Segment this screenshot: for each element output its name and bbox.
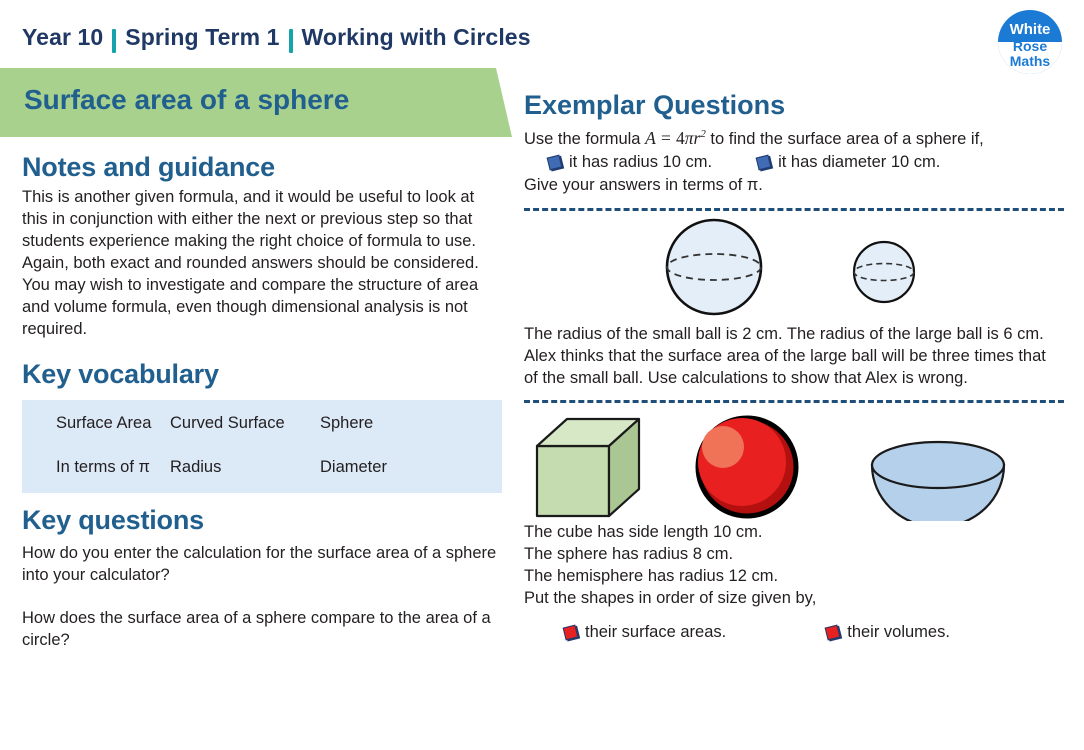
blue-square-bullet-icon [546, 155, 563, 171]
key-question: How does the surface area of a sphere co… [22, 609, 491, 650]
key-questions-heading: Key questions [22, 504, 204, 535]
question-1-intro-after: to find the surface area of a sphere if, [705, 130, 984, 148]
vocabulary-cell: Radius [170, 457, 222, 476]
key-questions-list: How do you enter the calculation for the… [22, 542, 502, 652]
red-square-bullet-icon [824, 624, 841, 641]
logo-line-white: White [1009, 21, 1051, 38]
question-1-outro: Give your answers in terms of π. [524, 176, 763, 195]
question-3-bullets: their surface areas. their volumes. [524, 623, 1064, 642]
vocabulary-cell: Sphere [320, 413, 374, 432]
question-3-bullet-b: their volumes. [824, 623, 950, 642]
question-3-line-3: The hemisphere has radius 12 cm. [524, 567, 779, 586]
exemplar-questions-heading: Exemplar Questions [524, 90, 786, 120]
vocabulary-cell: Diameter [320, 457, 387, 476]
lesson-title-banner: Surface area of a sphere [0, 68, 512, 137]
key-vocabulary-table: Surface Area Curved Surface Sphere In te… [22, 399, 502, 493]
question-2-line-2: Alex thinks that the surface area of the… [524, 346, 1046, 387]
key-question: How do you enter the calculation for the… [22, 543, 497, 584]
vocabulary-row: In terms of π Radius Diameter [22, 458, 502, 477]
question-1-bullet-b-label: it has diameter 10 cm. [778, 153, 941, 172]
question-3-line-1: The cube has side length 10 cm. [524, 522, 763, 541]
breadcrumb: Year 10 Spring Term 1 Working with Circl… [22, 24, 531, 53]
notes-heading: Notes and guidance [22, 152, 275, 182]
breadcrumb-separator-icon [112, 28, 117, 53]
small-sphere-icon [852, 240, 916, 303]
red-sphere-icon [695, 415, 799, 519]
logo-line-rose: Rose [1012, 38, 1048, 54]
question-3-bullet-b-label: their volumes. [847, 623, 950, 642]
red-square-bullet-icon [562, 624, 579, 641]
breadcrumb-year: Year 10 [22, 24, 104, 50]
question-2-figures [524, 211, 1064, 323]
question-3-line-2: The sphere has radius 8 cm. [524, 544, 734, 563]
vocabulary-cell: Curved Surface [170, 413, 285, 432]
question-1-intro: Use the formula A = 4πr2 to find the sur… [524, 127, 1064, 150]
vocabulary-cell: In terms of π [56, 457, 150, 476]
question-1-intro-before: Use the formula [524, 130, 646, 148]
breadcrumb-term: Spring Term 1 [125, 24, 280, 50]
notes-text: This is another given formula, and it wo… [22, 188, 479, 338]
question-3-line-4: Put the shapes in order of size given by… [524, 589, 817, 608]
large-sphere-icon [665, 218, 763, 315]
spheres-diagram [665, 218, 916, 315]
left-column: Notes and guidance This is another given… [22, 152, 502, 652]
question-1-bullets: it has radius 10 cm. it has diameter 10 … [524, 153, 1064, 172]
slide-page: Year 10 Spring Term 1 Working with Circl… [0, 0, 1084, 750]
surface-area-formula: A = 4πr2 [645, 128, 706, 148]
white-rose-maths-logo: White Rose Maths [998, 10, 1062, 74]
blue-square-bullet-icon [755, 155, 772, 171]
breadcrumb-topic: Working with Circles [301, 24, 531, 50]
logo-line-maths: Maths [1009, 53, 1051, 69]
question-3-figures [524, 403, 1064, 528]
question-1-bullet-b: it has diameter 10 cm. [755, 153, 941, 172]
key-vocabulary-heading: Key vocabulary [22, 358, 219, 389]
solids-diagram [535, 415, 1006, 528]
cube-icon [535, 417, 641, 517]
question-3-bullet-a-label: their surface areas. [585, 623, 727, 642]
question-1-bullet-a-label: it has radius 10 cm. [569, 153, 713, 172]
right-column: Exemplar Questions Use the formula A = 4… [524, 90, 1064, 642]
vocabulary-cell: Surface Area [56, 413, 152, 432]
breadcrumb-separator-icon [288, 28, 293, 53]
question-1-bullet-a: it has radius 10 cm. [546, 153, 713, 172]
question-3-bullet-a: their surface areas. [562, 623, 727, 642]
hemisphere-icon [870, 440, 1006, 528]
question-2-line-1: The radius of the small ball is 2 cm. Th… [524, 324, 1044, 343]
lesson-title: Surface area of a sphere [24, 84, 350, 115]
vocabulary-row: Surface Area Curved Surface Sphere [22, 414, 502, 433]
